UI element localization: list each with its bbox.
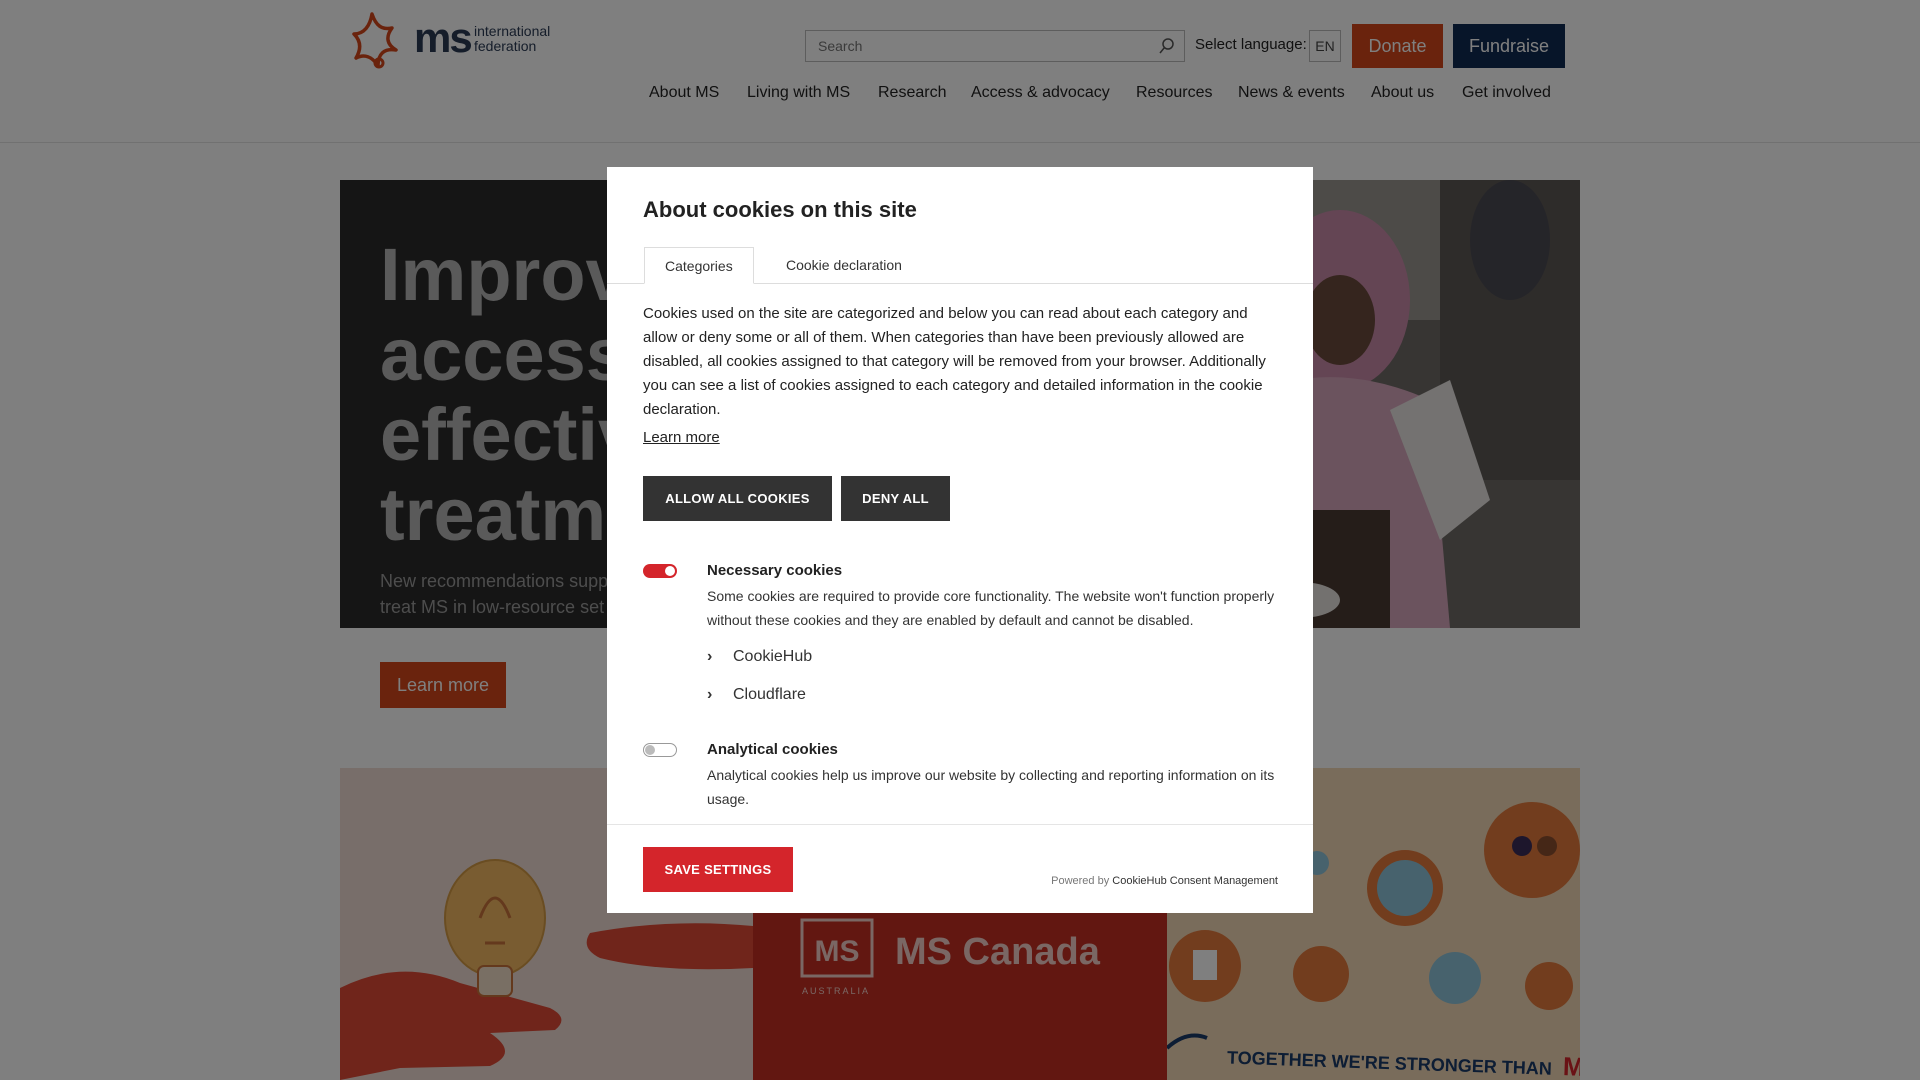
dialog-title: About cookies on this site [643,197,917,222]
allow-all-cookies-button[interactable]: ALLOW ALL COOKIES [643,476,832,521]
dialog-footer: SAVE SETTINGS Powered by CookieHub Conse… [607,824,1313,913]
analytical-cookies-title: Analytical cookies [707,741,838,758]
necessary-cookies-description: Some cookies are required to provide cor… [707,588,1275,628]
vendor-cookiehub[interactable]: › CookieHub [707,648,812,666]
cookiehub-link[interactable]: CookieHub Consent Management [1112,875,1278,887]
tab-cookie-declaration[interactable]: Cookie declaration [766,247,922,284]
save-settings-button[interactable]: SAVE SETTINGS [643,847,793,892]
deny-all-button[interactable]: DENY ALL [841,476,950,521]
necessary-cookies-title: Necessary cookies [707,562,843,579]
dialog-description: Cookies used on the site are categorized… [643,305,1266,418]
necessary-cookies-toggle[interactable] [643,564,677,578]
chevron-right-icon: › [707,648,713,665]
analytical-cookies-description: Analytical cookies help us improve our w… [707,767,1275,807]
tab-categories[interactable]: Categories [644,247,754,284]
dialog-tabs: Categories Cookie declaration [607,247,1313,284]
analytical-cookies-toggle[interactable] [643,743,677,757]
powered-by-text: Powered by CookieHub Consent Management [1051,875,1278,887]
learn-more-link[interactable]: Learn more [643,429,720,446]
chevron-right-icon: › [707,686,713,703]
vendor-cloudflare[interactable]: › Cloudflare [707,686,806,704]
cookie-consent-dialog: About cookies on this site Categories Co… [607,167,1313,913]
